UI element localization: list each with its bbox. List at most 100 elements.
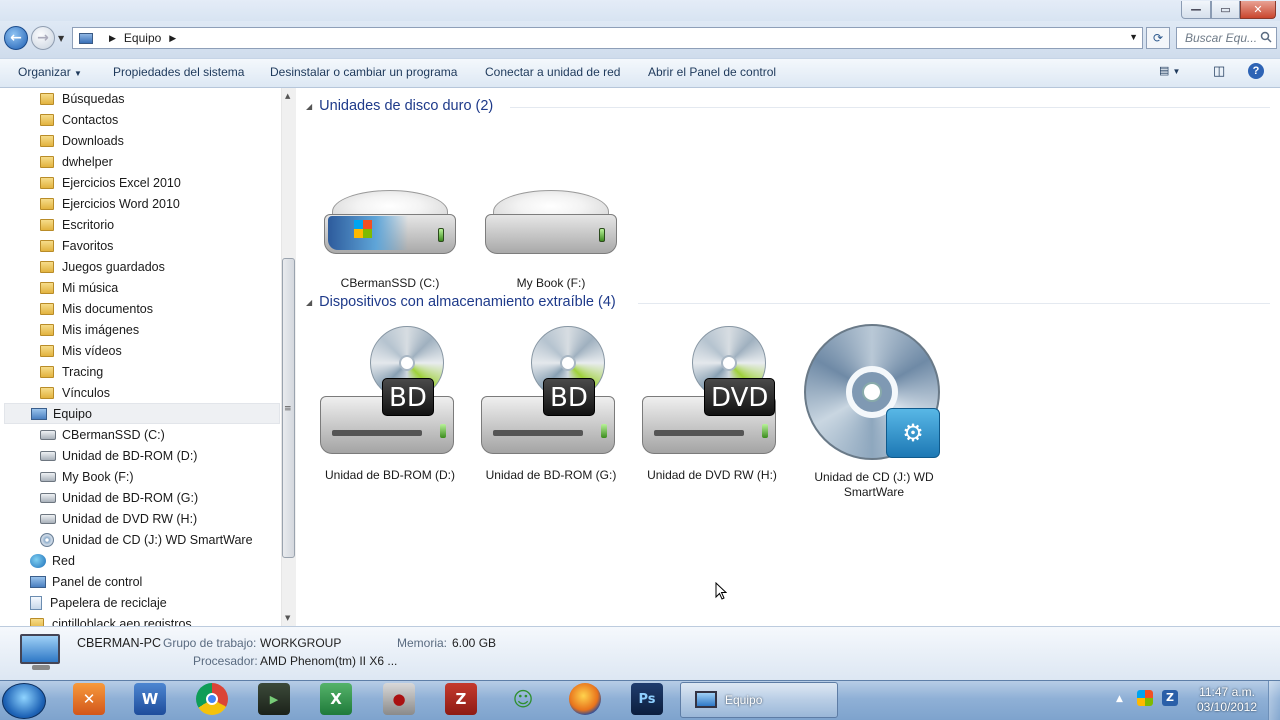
folder-icon bbox=[40, 260, 54, 273]
clock-date: 03/10/2012 bbox=[1196, 700, 1258, 714]
messenger-icon[interactable]: ☺ bbox=[507, 683, 539, 715]
search-icon[interactable] bbox=[1260, 31, 1272, 43]
drive-label: Unidad de DVD RW (H:) bbox=[647, 468, 777, 482]
uninstall-program-button[interactable]: Desinstalar o cambiar un programa bbox=[270, 65, 457, 79]
hard-drive-icon bbox=[485, 190, 617, 266]
workgroup-key: Grupo de trabajo: bbox=[163, 636, 257, 650]
address-dropdown-icon[interactable]: ▼ bbox=[1129, 32, 1138, 42]
workgroup-value: WORKGROUP bbox=[260, 636, 342, 650]
dvd-rw-drive-icon: DVD bbox=[642, 326, 782, 458]
organize-button[interactable]: Organizar ▼ bbox=[18, 65, 82, 79]
sidebar-item[interactable]: Red bbox=[30, 550, 75, 571]
sidebar-item[interactable]: Downloads bbox=[40, 130, 124, 151]
sidebar-item[interactable]: Unidad de CD (J:) WD SmartWare bbox=[40, 529, 253, 550]
open-control-panel-button[interactable]: Abrir el Panel de control bbox=[648, 65, 776, 79]
group-title: Unidades de disco duro (2) bbox=[319, 98, 494, 114]
preview-pane-icon[interactable]: ◫ bbox=[1213, 63, 1225, 79]
search-placeholder: Buscar Equ... bbox=[1185, 31, 1258, 45]
chevron-right-icon[interactable]: ▶ bbox=[169, 33, 176, 44]
sidebar-item[interactable]: Tracing bbox=[40, 361, 103, 382]
group-header-removable[interactable]: ◢ Dispositivos con almacenamiento extraíb… bbox=[306, 294, 616, 310]
chevron-right-icon[interactable]: ▶ bbox=[109, 33, 116, 44]
group-divider bbox=[510, 107, 1270, 108]
drive-h-tile[interactable]: DVD Unidad de DVD RW (H:) bbox=[638, 326, 786, 483]
address-bar[interactable]: ▶ Equipo ▶ ▼ bbox=[72, 27, 1143, 49]
sidebar-item[interactable]: Mis vídeos bbox=[40, 340, 122, 361]
cmd-icon[interactable]: ▶ bbox=[258, 683, 290, 715]
app-icon[interactable]: ● bbox=[383, 683, 415, 715]
sidebar-item-label: Búsquedas bbox=[62, 91, 125, 106]
clock[interactable]: 11:47 a.m. 03/10/2012 bbox=[1192, 685, 1262, 715]
close-button[interactable]: ✕ bbox=[1240, 1, 1276, 19]
refresh-button[interactable]: ⟳ bbox=[1146, 27, 1170, 49]
scroll-up-icon[interactable]: ▲ bbox=[285, 92, 290, 100]
sidebar-item[interactable]: dwhelper bbox=[40, 151, 113, 172]
sidebar-item[interactable]: My Book (F:) bbox=[40, 466, 134, 487]
search-input[interactable]: Buscar Equ... bbox=[1176, 27, 1277, 49]
system-properties-button[interactable]: Propiedades del sistema bbox=[113, 65, 244, 79]
sidebar-item-label: Unidad de CD (J:) WD SmartWare bbox=[62, 532, 253, 547]
photoshop-icon[interactable]: Ps bbox=[631, 683, 663, 715]
breadcrumb-equipo[interactable]: Equipo bbox=[124, 31, 161, 45]
folder-icon bbox=[40, 176, 54, 189]
recent-pages-dropdown-icon[interactable]: ▼ bbox=[58, 34, 64, 43]
network-icon bbox=[30, 553, 46, 568]
drive-g-tile[interactable]: BD Unidad de BD-ROM (G:) bbox=[477, 326, 625, 483]
forward-button[interactable]: → bbox=[31, 26, 55, 50]
sidebar-item[interactable]: Favoritos bbox=[40, 235, 113, 256]
xampp-icon[interactable]: ✕ bbox=[73, 683, 105, 715]
group-header-hdd[interactable]: ◢ Unidades de disco duro (2) bbox=[306, 98, 493, 114]
sidebar-item[interactable]: Equipo bbox=[4, 403, 280, 424]
sidebar-item[interactable]: Unidad de BD-ROM (D:) bbox=[40, 445, 197, 466]
sidebar-item-label: Unidad de DVD RW (H:) bbox=[62, 511, 198, 526]
sidebar-item[interactable]: Vínculos bbox=[40, 382, 110, 403]
back-button[interactable]: ← bbox=[4, 26, 28, 50]
drive-icon bbox=[40, 471, 56, 482]
sidebar-item-label: Contactos bbox=[62, 112, 119, 127]
help-icon[interactable]: ? bbox=[1248, 63, 1264, 79]
minimize-button[interactable]: — bbox=[1181, 1, 1211, 19]
collapse-icon[interactable]: ◢ bbox=[306, 102, 312, 111]
show-hidden-icons-icon[interactable]: ▲ bbox=[1116, 694, 1123, 704]
cd-icon bbox=[40, 532, 54, 547]
sidebar-item[interactable]: Mis imágenes bbox=[40, 319, 139, 340]
sidebar-item[interactable]: Búsquedas bbox=[40, 88, 125, 109]
drive-f-tile[interactable]: My Book (F:) bbox=[477, 190, 625, 291]
drive-d-tile[interactable]: BD Unidad de BD-ROM (D:) bbox=[316, 326, 464, 483]
firefox-icon[interactable] bbox=[569, 683, 601, 715]
change-view-icon[interactable]: ▤ ▼ bbox=[1159, 64, 1180, 77]
drive-type-badge: BD bbox=[382, 378, 434, 416]
scroll-down-icon[interactable]: ▼ bbox=[285, 614, 290, 622]
windows-flag-tray-icon[interactable] bbox=[1137, 690, 1153, 706]
sidebar-item[interactable]: Ejercicios Word 2010 bbox=[40, 193, 180, 214]
excel-icon[interactable]: X bbox=[320, 683, 352, 715]
sidebar-item[interactable]: Papelera de reciclaje bbox=[30, 592, 167, 613]
drive-j-tile[interactable]: ⚙ Unidad de CD (J:) WD SmartWare bbox=[800, 324, 948, 500]
processor-value: AMD Phenom(tm) II X6 ... bbox=[260, 654, 398, 668]
sidebar-item[interactable]: Mi música bbox=[40, 277, 118, 298]
sidebar-item[interactable]: Contactos bbox=[40, 109, 118, 130]
sidebar-item[interactable]: Escritorio bbox=[40, 214, 114, 235]
taskbar-window-equipo[interactable]: Equipo bbox=[680, 682, 838, 718]
sidebar-item[interactable]: Unidad de BD-ROM (G:) bbox=[40, 487, 198, 508]
word-icon[interactable]: W bbox=[134, 683, 166, 715]
chrome-icon[interactable] bbox=[196, 683, 228, 715]
filezilla-icon[interactable]: Z bbox=[445, 683, 477, 715]
sidebar-item[interactable]: Unidad de DVD RW (H:) bbox=[40, 508, 197, 529]
z-tray-icon[interactable]: Z bbox=[1162, 690, 1178, 706]
sidebar-item[interactable]: Mis documentos bbox=[40, 298, 153, 319]
maximize-button[interactable]: ▭ bbox=[1211, 1, 1240, 19]
collapse-icon[interactable]: ◢ bbox=[306, 298, 312, 307]
sidebar-item[interactable]: CBermanSSD (C:) bbox=[40, 424, 165, 445]
show-desktop-button[interactable] bbox=[1268, 681, 1280, 720]
drive-c-tile[interactable]: CBermanSSD (C:) bbox=[316, 190, 464, 291]
sidebar-item[interactable]: Juegos guardados bbox=[40, 256, 165, 277]
start-button[interactable] bbox=[2, 683, 46, 719]
map-network-drive-button[interactable]: Conectar a unidad de red bbox=[485, 65, 620, 79]
sidebar-item[interactable]: Panel de control bbox=[30, 571, 142, 592]
sidebar-item[interactable]: Ejercicios Excel 2010 bbox=[40, 172, 181, 193]
drive-icon bbox=[40, 492, 56, 503]
sidebar-item-label: Escritorio bbox=[62, 217, 115, 232]
gear-head-icon: ⚙ bbox=[886, 408, 940, 458]
sidebar-item-label: Panel de control bbox=[52, 574, 143, 589]
